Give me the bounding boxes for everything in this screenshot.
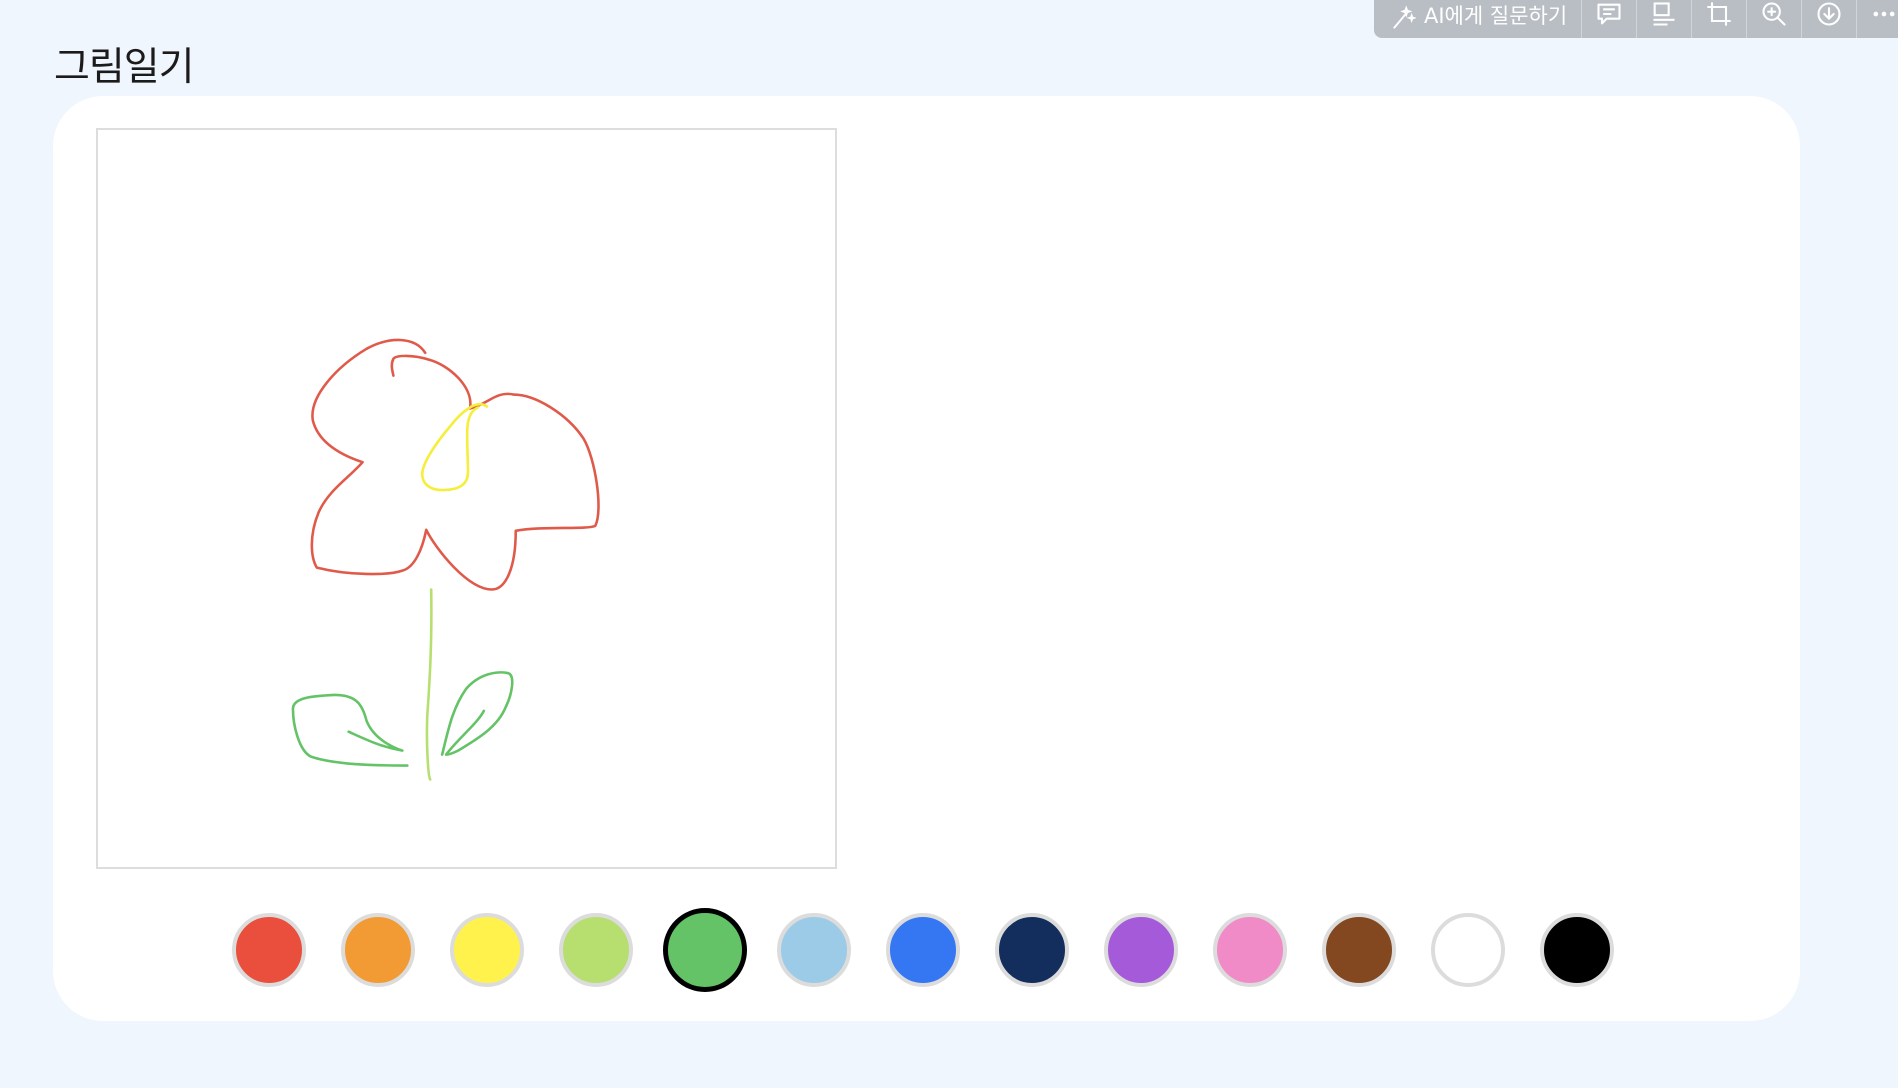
color-palette <box>232 908 1649 992</box>
color-swatch-yellow[interactable] <box>450 913 524 987</box>
color-swatch-sky-blue[interactable] <box>777 913 851 987</box>
color-swatch-black[interactable] <box>1540 913 1614 987</box>
ask-ai-label: AI에게 질문하기 <box>1424 4 1568 28</box>
comment-button[interactable] <box>1582 0 1638 38</box>
color-swatch-brown[interactable] <box>1322 913 1396 987</box>
color-swatch-purple[interactable] <box>1104 913 1178 987</box>
stroke-petals <box>310 338 600 591</box>
caption-icon <box>1653 2 1675 26</box>
crop-icon <box>1707 2 1731 26</box>
color-swatch-red[interactable] <box>232 913 306 987</box>
color-swatch-green[interactable] <box>663 908 747 992</box>
stroke-stem <box>425 588 433 781</box>
ai-sparkle-icon <box>1393 6 1416 29</box>
zoom-in-icon <box>1762 2 1786 26</box>
drawing-diary-page: 그림일기 AI에게 질문하기 <box>0 0 1898 1088</box>
stroke-left-leaf <box>291 693 409 767</box>
ask-ai-button[interactable]: AI에게 질문하기 <box>1374 0 1583 38</box>
download-button[interactable] <box>1802 0 1858 38</box>
color-swatch-navy[interactable] <box>995 913 1069 987</box>
crop-button[interactable] <box>1692 0 1748 38</box>
more-button[interactable] <box>1857 0 1898 38</box>
stroke-flower-center <box>420 403 489 492</box>
drawing-canvas[interactable] <box>96 128 837 869</box>
color-swatch-light-green[interactable] <box>559 913 633 987</box>
page-title: 그림일기 <box>54 45 195 90</box>
color-swatch-pink[interactable] <box>1213 913 1287 987</box>
color-swatch-white[interactable] <box>1431 913 1505 987</box>
caption-button[interactable] <box>1637 0 1693 38</box>
color-swatch-blue[interactable] <box>886 913 960 987</box>
color-swatch-orange[interactable] <box>341 913 415 987</box>
stroke-right-leaf <box>440 671 514 756</box>
image-toolbar: AI에게 질문하기 <box>1374 0 1898 38</box>
download-icon <box>1817 2 1841 26</box>
more-icon <box>1873 11 1895 17</box>
comment-icon <box>1597 3 1621 25</box>
zoom-in-button[interactable] <box>1747 0 1803 38</box>
